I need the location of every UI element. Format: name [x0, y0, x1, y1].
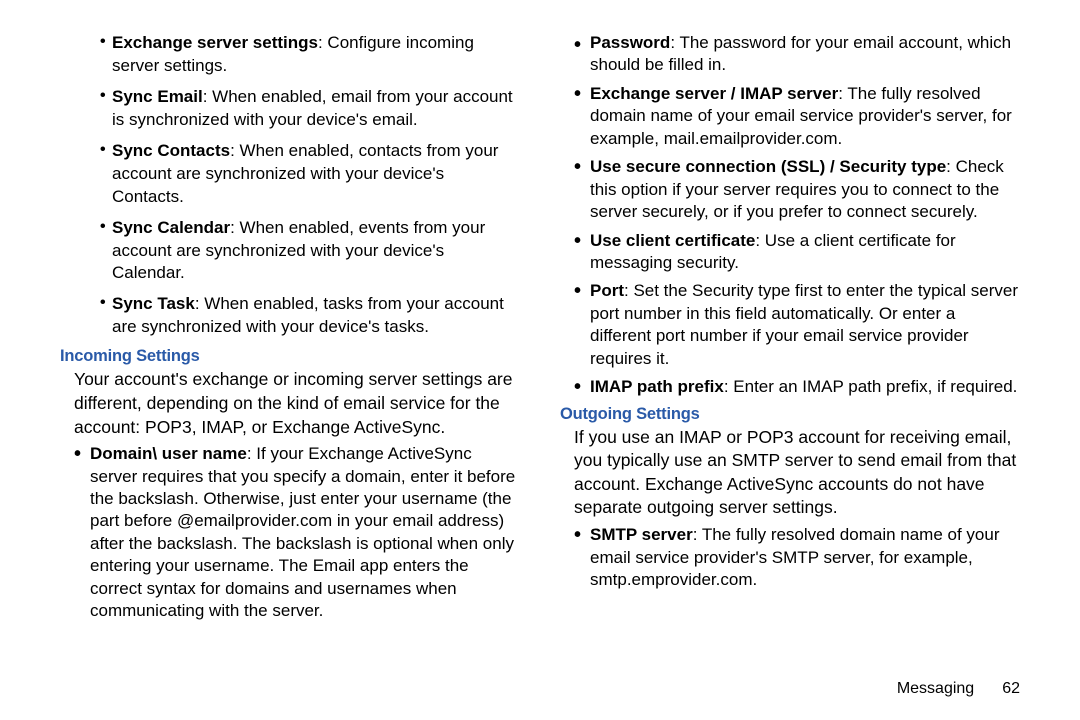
- page-footer: Messaging 62: [897, 680, 1020, 698]
- list-item: Sync Task: When enabled, tasks from your…: [60, 293, 520, 339]
- list-item: Sync Contacts: When enabled, contacts fr…: [60, 140, 520, 209]
- outgoing-bullets: SMTP server: The fully resolved domain n…: [560, 524, 1020, 591]
- term: Use client certificate: [590, 231, 755, 250]
- term: Sync Task: [112, 294, 195, 313]
- list-item: IMAP path prefix: Enter an IMAP path pre…: [560, 376, 1020, 398]
- term: Exchange server / IMAP server: [590, 84, 838, 103]
- list-item: Domain\ user name: If your Exchange Acti…: [60, 443, 520, 623]
- two-column-layout: Exchange server settings: Configure inco…: [60, 32, 1020, 660]
- list-item: Sync Email: When enabled, email from you…: [60, 86, 520, 132]
- term: Port: [590, 281, 624, 300]
- list-item: Exchange server / IMAP server: The fully…: [560, 83, 1020, 150]
- term: Exchange server settings: [112, 33, 318, 52]
- footer-section: Messaging: [897, 680, 974, 697]
- term: IMAP path prefix: [590, 377, 724, 396]
- term: Password: [590, 33, 670, 52]
- term: SMTP server: [590, 525, 693, 544]
- list-item: Use secure connection (SSL) / Security t…: [560, 156, 1020, 223]
- list-item: Exchange server settings: Configure inco…: [60, 32, 520, 78]
- outgoing-settings-heading: Outgoing Settings: [560, 405, 1020, 424]
- definition: : If your Exchange ActiveSync server req…: [90, 444, 515, 620]
- incoming-intro: Your account's exchange or incoming serv…: [60, 368, 520, 439]
- term: Sync Calendar: [112, 218, 230, 237]
- list-item: Port: Set the Security type first to ent…: [560, 280, 1020, 370]
- manual-page: Exchange server settings: Configure inco…: [0, 0, 1080, 720]
- list-item: Sync Calendar: When enabled, events from…: [60, 217, 520, 286]
- list-item: SMTP server: The fully resolved domain n…: [560, 524, 1020, 591]
- term: Sync Email: [112, 87, 203, 106]
- top-sub-bullets: Exchange server settings: Configure inco…: [60, 32, 520, 339]
- term: Sync Contacts: [112, 141, 230, 160]
- definition: : Enter an IMAP path prefix, if required…: [724, 377, 1018, 396]
- footer-page-number: 62: [1002, 680, 1020, 697]
- list-item: Password: The password for your email ac…: [560, 32, 1020, 77]
- term: Use secure connection (SSL) / Security t…: [590, 157, 946, 176]
- definition: : Set the Security type first to enter t…: [590, 281, 1018, 367]
- outgoing-intro: If you use an IMAP or POP3 account for r…: [560, 426, 1020, 521]
- incoming-settings-heading: Incoming Settings: [60, 347, 520, 366]
- term: Domain\ user name: [90, 444, 247, 463]
- list-item: Use client certificate: Use a client cer…: [560, 230, 1020, 275]
